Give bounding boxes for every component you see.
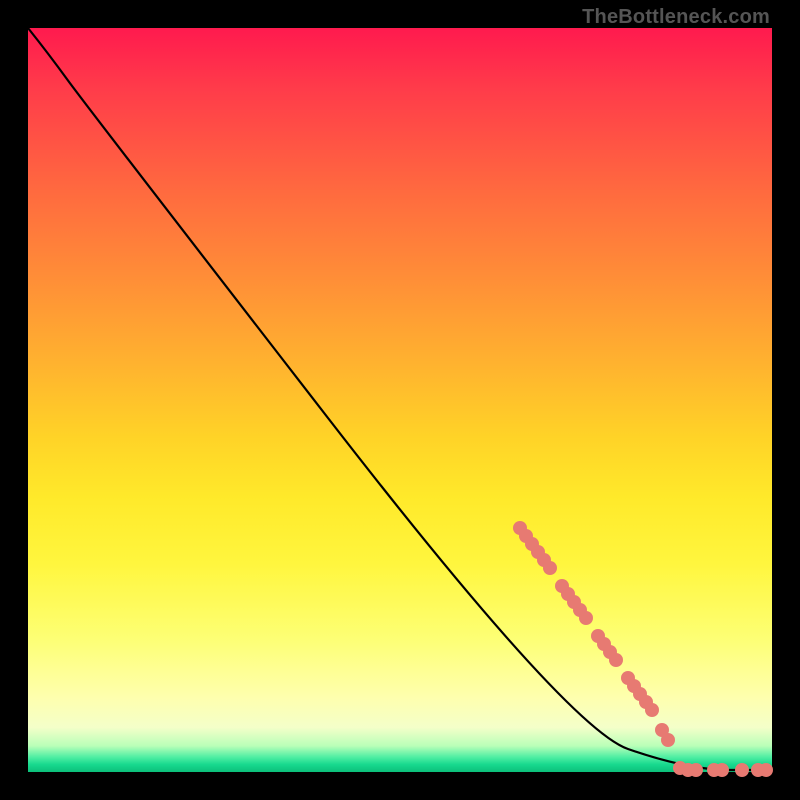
marker-point <box>735 763 749 777</box>
marker-point <box>689 763 703 777</box>
marker-point <box>543 561 557 575</box>
plot-area <box>28 28 772 772</box>
marker-layer <box>513 521 773 777</box>
marker-point <box>715 763 729 777</box>
marker-point <box>579 611 593 625</box>
marker-point <box>661 733 675 747</box>
chart-frame: TheBottleneck.com <box>0 0 800 800</box>
marker-point <box>759 763 773 777</box>
marker-point <box>645 703 659 717</box>
watermark-label: TheBottleneck.com <box>582 6 770 29</box>
chart-svg <box>28 28 772 772</box>
marker-point <box>609 653 623 667</box>
bottleneck-curve <box>28 28 772 770</box>
